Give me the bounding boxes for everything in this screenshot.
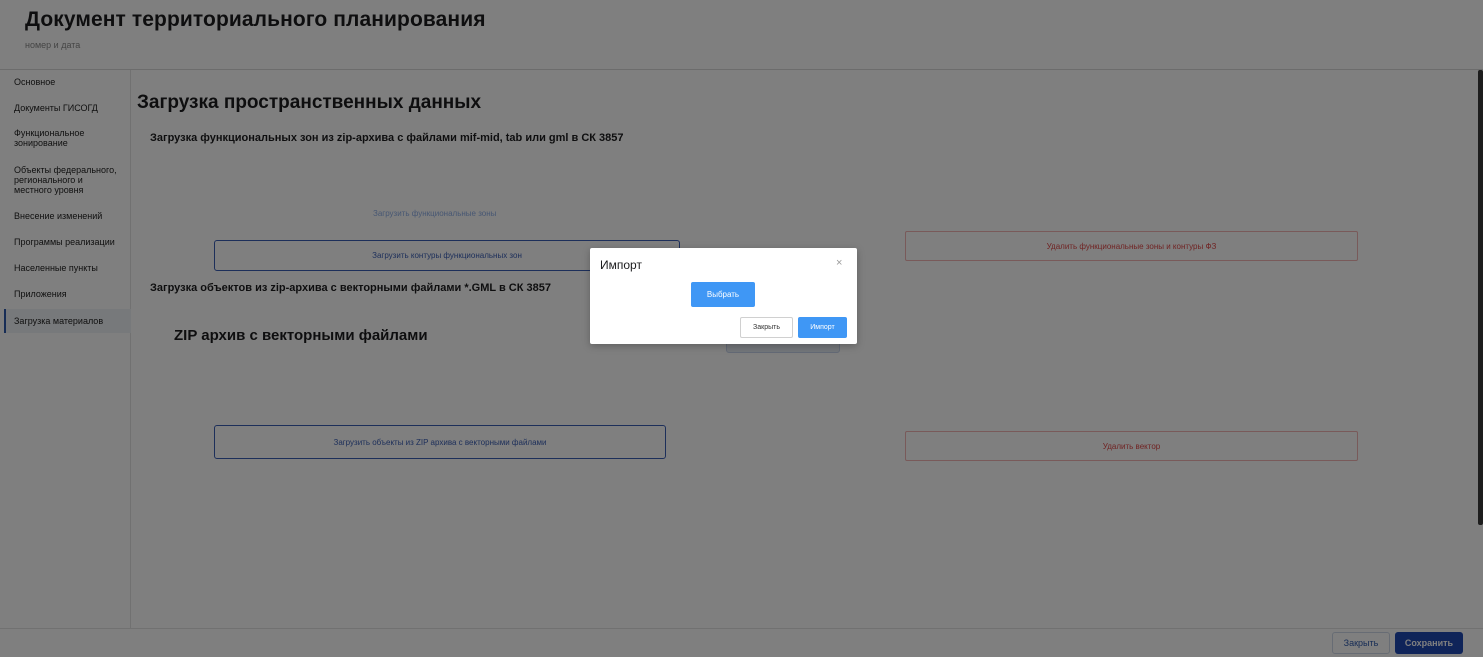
import-dialog-title: Импорт (600, 258, 642, 272)
import-button[interactable]: Импорт (798, 317, 847, 338)
import-dialog: Импорт × Выбрать Закрыть Импорт (590, 248, 857, 344)
dialog-close-button[interactable]: Закрыть (740, 317, 793, 338)
page: Документ территориального планирования н… (0, 0, 1483, 657)
close-icon[interactable]: × (836, 257, 842, 269)
choose-file-button[interactable]: Выбрать (691, 282, 755, 307)
